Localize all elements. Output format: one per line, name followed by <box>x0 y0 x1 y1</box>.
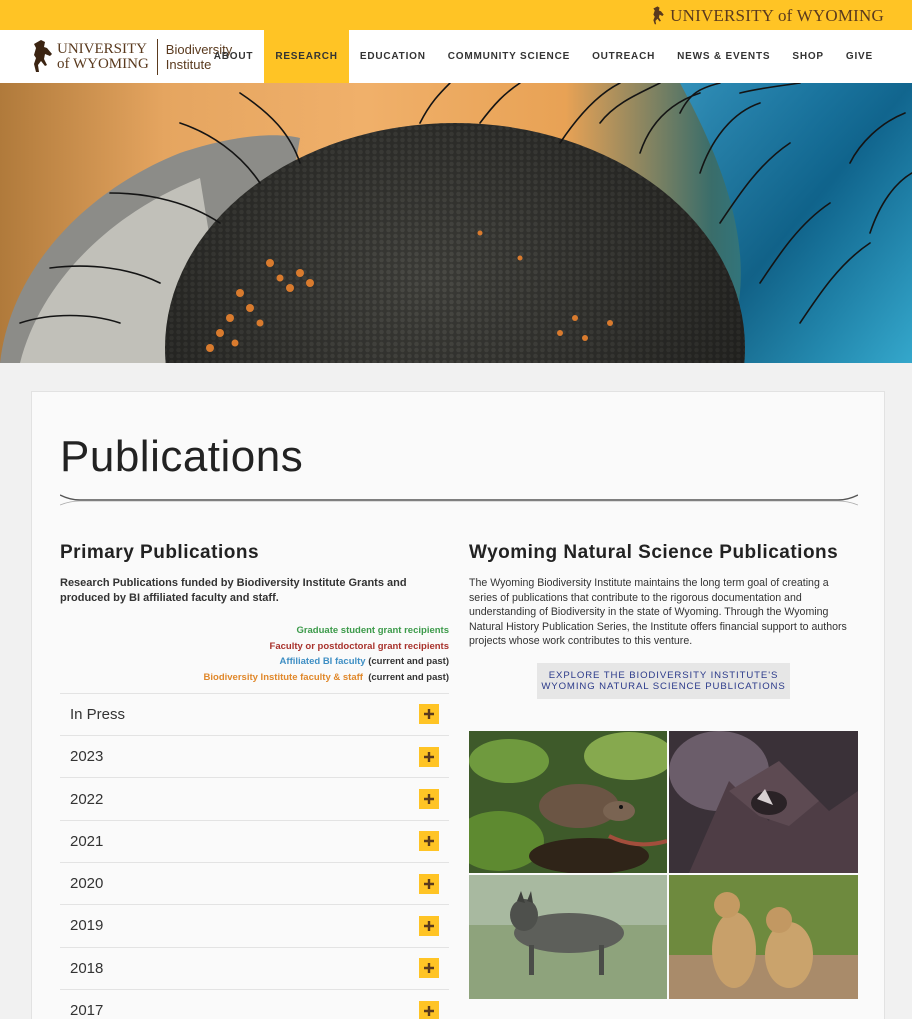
logo-university-line: UNIVERSITY <box>57 41 147 57</box>
accordion-2022[interactable]: 2022 <box>60 777 449 819</box>
site-header: UNIVERSITY of WYOMING Biodiversity Insti… <box>0 30 912 83</box>
nav-research[interactable]: RESEARCH <box>264 30 349 83</box>
nav-shop[interactable]: SHOP <box>781 30 835 83</box>
primary-heading: Primary Publications <box>60 542 260 563</box>
accordion-2019[interactable]: 2019 <box>60 904 449 946</box>
accordion-label: 2022 <box>70 790 104 808</box>
nav-give[interactable]: GIVE <box>835 30 884 83</box>
primary-description: Research Publications funded by Biodiver… <box>60 577 407 604</box>
expand-plus-icon[interactable] <box>419 704 439 725</box>
expand-plus-icon[interactable] <box>419 831 439 852</box>
expand-plus-icon[interactable] <box>419 746 439 767</box>
accordion-label: 2021 <box>70 832 104 850</box>
accordion-2020[interactable]: 2020 <box>60 862 449 904</box>
legend-label: Affiliated BI faculty <box>279 656 366 668</box>
nav-outreach[interactable]: OUTREACH <box>581 30 666 83</box>
wyoming-publications-section: Wyoming Natural Science Publications The… <box>469 542 858 999</box>
accordion-in-press[interactable]: In Press <box>60 692 449 735</box>
legend-item: Graduate student grant recipients <box>60 623 449 639</box>
expand-plus-icon[interactable] <box>419 958 439 979</box>
wyoming-heading: Wyoming Natural Science Publications <box>469 542 839 563</box>
legend-label: Graduate student grant recipients <box>296 625 449 636</box>
accordion-label: In Press <box>70 705 126 723</box>
accordion-2018[interactable]: 2018 <box>60 946 449 989</box>
bat-photo <box>669 731 858 873</box>
logo-university-text: UNIVERSITY of WYOMING <box>57 42 149 72</box>
nav-news-events[interactable]: NEWS & EVENTS <box>666 30 781 83</box>
compound-eye-illustration <box>0 83 912 363</box>
explore-button-line2: WYOMING NATURAL SCIENCE PUBLICATIONS <box>541 680 786 692</box>
legend-item: Faculty or postdoctoral grant recipients <box>60 639 449 655</box>
publications-accordion: In Press 2023 2022 2021 2020 2019 2018 2… <box>60 692 449 1019</box>
expand-plus-icon[interactable] <box>419 873 439 894</box>
shrew-photo <box>469 731 667 873</box>
accordion-2017[interactable]: 2017 <box>60 988 449 1019</box>
accordion-label: 2017 <box>70 1002 104 1019</box>
expand-plus-icon[interactable] <box>419 1000 439 1019</box>
explore-button-line1: EXPLORE THE BIODIVERSITY INSTITUTE'S <box>548 669 779 681</box>
nav-about[interactable]: ABOUT <box>203 30 265 83</box>
uw-wordmark-text: UNIVERSITY of WYOMING <box>670 6 884 25</box>
accordion-2021[interactable]: 2021 <box>60 819 449 862</box>
legend-label: Biodiversity Institute faculty & staff <box>203 672 363 684</box>
primary-publications-section: Primary Publications Research Publicatio… <box>60 542 449 1019</box>
accordion-label: 2023 <box>70 748 104 766</box>
bucking-horse-icon <box>34 40 52 72</box>
legend-item: Affiliated BI faculty (current and past) <box>60 654 449 670</box>
title-divider <box>60 494 858 506</box>
accordion-label: 2019 <box>70 917 104 935</box>
explore-publications-button[interactable]: EXPLORE THE BIODIVERSITY INSTITUTE'S WYO… <box>537 662 790 699</box>
expand-plus-icon[interactable] <box>419 789 439 810</box>
prairie-dogs-photo <box>669 875 858 999</box>
legend-label: Faculty or postdoctoral grant recipients <box>269 640 449 652</box>
nav-education[interactable]: EDUCATION <box>349 30 437 83</box>
legend-suffix: (current and past) <box>365 656 449 668</box>
legend-suffix: (current and past) <box>362 672 449 684</box>
color-legend: Graduate student grant recipients Facult… <box>60 623 449 686</box>
accordion-label: 2020 <box>70 875 104 893</box>
logo-wyoming-line: of WYOMING <box>57 56 149 72</box>
accordion-2023[interactable]: 2023 <box>60 735 449 777</box>
bucking-horse-icon <box>653 6 664 25</box>
accordion-label: 2018 <box>70 959 104 977</box>
logo-divider <box>156 39 158 75</box>
legend-item: Biodiversity Institute faculty & staff (… <box>60 670 449 686</box>
nav-community-science[interactable]: COMMUNITY SCIENCE <box>437 30 581 83</box>
main-nav: ABOUT RESEARCH EDUCATION COMMUNITY SCIEN… <box>203 30 884 83</box>
content-card: Publications Primary Publications Resear… <box>31 391 885 1019</box>
wyoming-description: The Wyoming Biodiversity Institute maint… <box>469 577 847 647</box>
top-bar: UNIVERSITY of WYOMING <box>0 0 912 30</box>
page-title: Publications <box>60 432 304 481</box>
wolf-photo <box>469 875 667 999</box>
wildlife-photo-grid <box>469 731 858 999</box>
uw-wordmark-link[interactable]: UNIVERSITY of WYOMING <box>649 5 884 27</box>
hero-image <box>0 83 912 363</box>
expand-plus-icon[interactable] <box>419 915 439 936</box>
